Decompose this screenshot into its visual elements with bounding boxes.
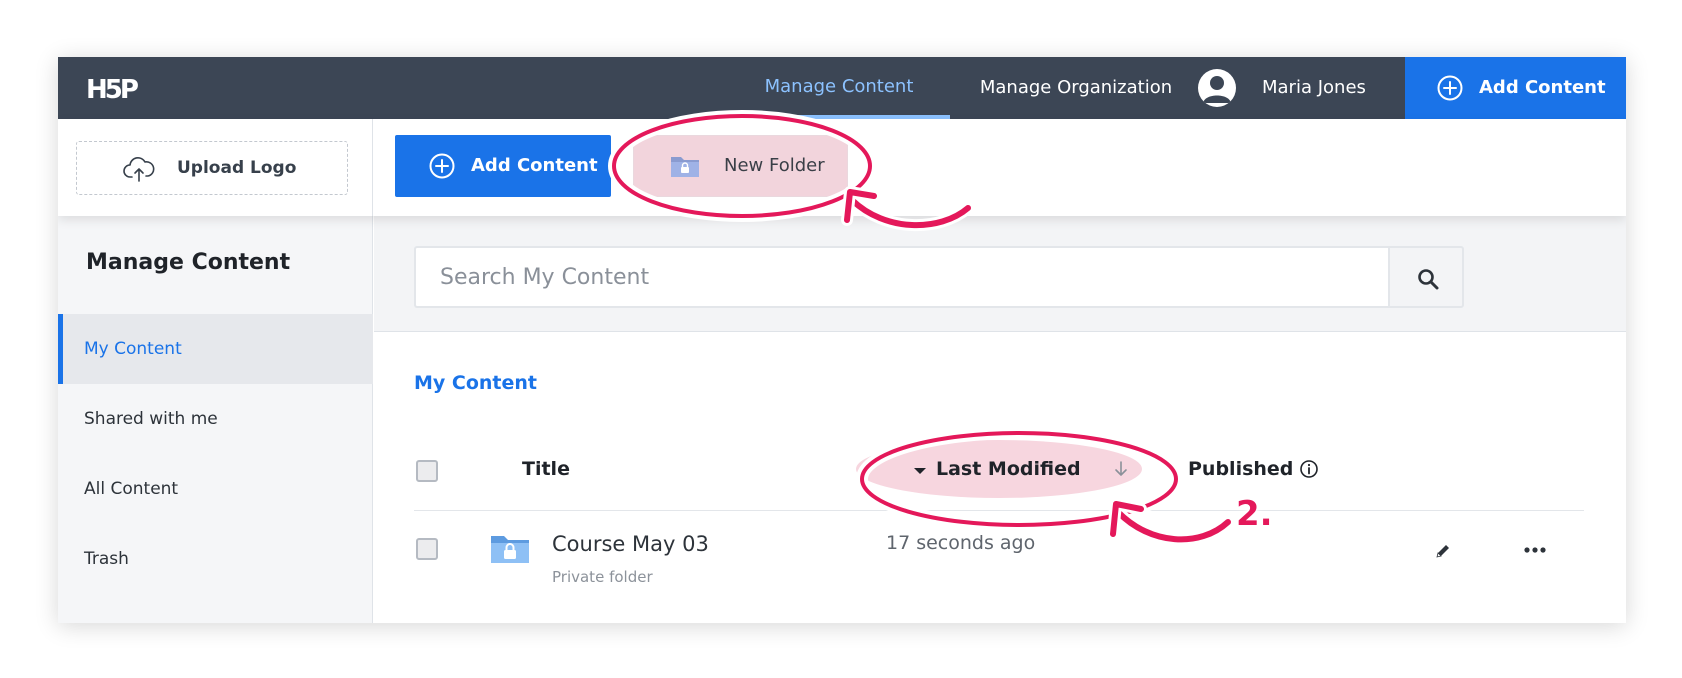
sidebar-title: Manage Content <box>86 250 291 275</box>
more-horizontal-icon[interactable] <box>1524 546 1546 554</box>
sidebar: Manage Content My Content Shared with me… <box>58 216 373 623</box>
sidebar-item-shared-with-me[interactable]: Shared with me <box>58 384 373 454</box>
locked-folder-icon <box>671 157 699 177</box>
new-folder-label: New Folder <box>724 155 825 176</box>
annotation-step-2: 2. <box>1236 494 1273 534</box>
content-list: My Content Title Last Modified Published <box>374 332 1626 623</box>
add-content-label: Add Content <box>471 155 598 176</box>
last-modified-label: Last Modified <box>936 458 1081 480</box>
column-header-title[interactable]: Title <box>522 458 570 480</box>
plus-circle-icon <box>1437 75 1463 101</box>
row-title[interactable]: Course May 03 <box>552 532 709 556</box>
user-menu-name[interactable]: Maria Jones <box>1262 57 1366 119</box>
search-input[interactable] <box>414 246 1388 308</box>
info-icon[interactable] <box>1299 459 1319 479</box>
search-area <box>374 216 1626 332</box>
locked-folder-icon <box>491 536 529 563</box>
row-published: – <box>1168 530 1178 552</box>
top-navigation-bar: H5P Manage Content Manage Organization M… <box>58 57 1626 119</box>
row-subtitle: Private folder <box>552 568 653 586</box>
topbar-add-content-button[interactable]: Add Content <box>1405 57 1626 119</box>
row-checkbox[interactable] <box>416 538 438 560</box>
search-icon <box>1418 269 1439 290</box>
table-header-divider <box>414 510 1584 511</box>
pencil-icon[interactable] <box>1434 542 1452 560</box>
caret-down-icon <box>914 468 926 474</box>
plus-circle-icon <box>429 153 455 179</box>
select-all-checkbox[interactable] <box>416 460 438 482</box>
sidebar-item-my-content[interactable]: My Content <box>58 314 373 384</box>
sidebar-item-all-content[interactable]: All Content <box>58 454 373 524</box>
svg-text:H5P: H5P <box>86 75 138 105</box>
table-row[interactable]: Course May 03 Private folder 17 seconds … <box>374 512 1626 623</box>
row-last-modified: 17 seconds ago <box>886 532 1036 554</box>
nav-manage-organization[interactable]: Manage Organization <box>950 57 1202 119</box>
search-button[interactable] <box>1388 246 1464 308</box>
h5p-logo[interactable]: H5P <box>86 71 144 105</box>
app-window: H5P Manage Content Manage Organization M… <box>58 57 1626 623</box>
sort-arrow-down-icon[interactable] <box>1114 460 1128 478</box>
breadcrumb[interactable]: My Content <box>414 372 537 394</box>
column-header-last-modified[interactable]: Last Modified <box>856 440 1142 498</box>
upload-logo-label: Upload Logo <box>177 158 297 178</box>
column-header-published[interactable]: Published <box>1188 458 1293 480</box>
add-content-button[interactable]: Add Content <box>395 135 611 197</box>
topbar-add-content-label: Add Content <box>1479 77 1606 98</box>
logo-upload-area: Upload Logo <box>58 119 373 216</box>
nav-manage-content[interactable]: Manage Content <box>728 57 950 119</box>
new-folder-button[interactable]: New Folder <box>633 135 848 197</box>
cloud-upload-icon <box>123 157 155 182</box>
upload-logo-button[interactable]: Upload Logo <box>76 141 348 195</box>
user-avatar-icon[interactable] <box>1198 69 1236 107</box>
content-toolbar: Upload Logo Add Content New Folder <box>58 119 1626 216</box>
sidebar-item-trash[interactable]: Trash <box>58 524 373 594</box>
